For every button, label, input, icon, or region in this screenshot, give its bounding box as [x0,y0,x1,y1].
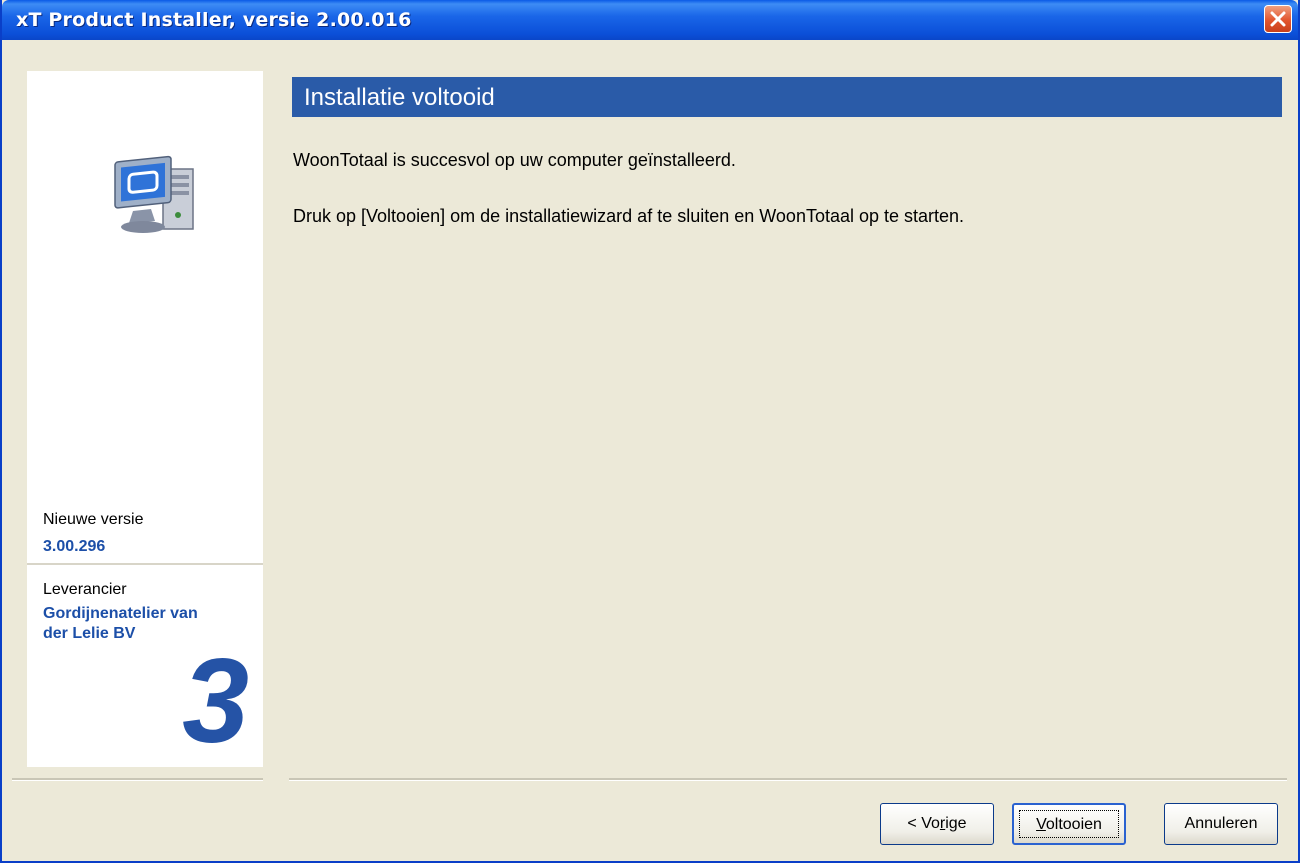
instruction-message: Druk op [Voltooien] om de installatiewiz… [293,206,965,226]
supplier-label: Leverancier [43,581,127,598]
window-title: xT Product Installer, versie 2.00.016 [16,9,412,31]
success-message: WoonTotaal is succesvol op uw computer g… [293,150,736,170]
supplier-value-line1: Gordijnenatelier van [43,605,198,622]
step-number: 3 [182,634,249,768]
new-version-label: Nieuwe versie [43,511,144,528]
installer-window: xT Product Installer, versie 2.00.016 Ni… [0,0,1300,863]
cancel-button[interactable]: Annuleren [1164,803,1278,845]
footer-divider-right [289,778,1287,781]
title-bar[interactable]: xT Product Installer, versie 2.00.016 [2,0,1298,40]
previous-button[interactable]: < Vorige [880,803,994,845]
new-version-value: 3.00.296 [43,538,106,555]
finish-button[interactable]: Voltooien [1012,803,1126,845]
close-icon [1270,11,1286,27]
side-panel-divider [27,563,263,565]
close-button[interactable] [1264,5,1292,33]
computer-icon [114,155,194,233]
page-header: Installatie voltooid [292,77,1282,117]
footer-divider-left [12,778,263,781]
side-panel: Nieuwe versie 3.00.296 Leverancier Gordi… [27,71,263,767]
page-title: Installatie voltooid [304,84,495,111]
supplier-value-line2: der Lelie BV [43,625,136,642]
